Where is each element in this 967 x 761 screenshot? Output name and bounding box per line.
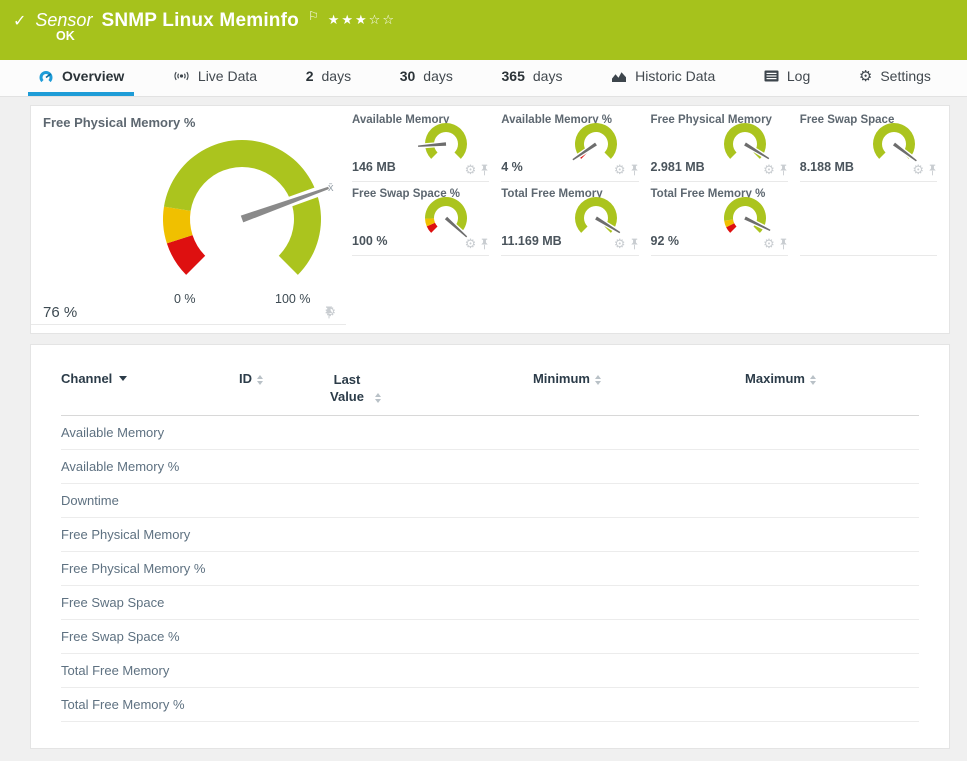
flag-icon[interactable]: ⚐ bbox=[308, 9, 319, 23]
tab-number: 30 bbox=[399, 68, 416, 84]
gear-icon[interactable]: ⚙ bbox=[465, 237, 477, 250]
mini-gauge-available-memory-pct: Available Memory % 4 % ⚙ bbox=[501, 108, 639, 182]
mini-gauge-free-physical-memory: Free Physical Memory 2.981 MB ⚙ bbox=[650, 108, 788, 182]
tab-30-days[interactable]: 30 days bbox=[390, 60, 463, 96]
pin-icon[interactable] bbox=[480, 164, 489, 176]
mini-gauges-grid: Available Memory 146 MB ⚙ Available Memo… bbox=[346, 106, 949, 333]
tab-label: Historic Data bbox=[635, 68, 716, 84]
table-row: Total Free Memory bbox=[61, 654, 919, 688]
table-body: Available Memory Available Memory % Down… bbox=[61, 416, 919, 722]
gauge-value: 76 % bbox=[43, 304, 78, 321]
gear-icon[interactable]: ⚙ bbox=[763, 237, 775, 250]
tab-label: Overview bbox=[62, 68, 125, 84]
gauge-value: 11.169 MB bbox=[501, 234, 562, 248]
gauge-value: 2.981 MB bbox=[650, 160, 705, 174]
tab-label: Log bbox=[786, 68, 811, 84]
gauge-value: 8.188 MB bbox=[799, 160, 854, 174]
area-chart-icon bbox=[611, 70, 627, 83]
tab-number: 2 bbox=[305, 68, 314, 84]
tab-label: Settings bbox=[880, 68, 931, 84]
gauge-title: Free Physical Memory % bbox=[43, 115, 196, 130]
status-badge: OK bbox=[56, 29, 75, 43]
table-row: Free Physical Memory % bbox=[61, 552, 919, 586]
gauge-actions: ⚙ bbox=[324, 305, 336, 319]
tab-live-data[interactable]: Live Data bbox=[163, 60, 267, 96]
sensor-header: ✓ Sensor SNMP Linux Meminfo ⚐ ★★★☆☆ OK bbox=[0, 0, 967, 60]
tab-2-days[interactable]: 2 days bbox=[296, 60, 361, 96]
pin-icon[interactable] bbox=[779, 164, 788, 176]
gauges-panel: Free Physical Memory % x̄ 0 % 100 % 76 %… bbox=[30, 105, 950, 334]
tab-label: days bbox=[423, 68, 453, 84]
tab-settings[interactable]: ⚙ Settings bbox=[849, 60, 941, 96]
priority-stars[interactable]: ★★★☆☆ bbox=[328, 12, 396, 28]
gear-icon[interactable]: ⚙ bbox=[465, 163, 477, 176]
object-kind-label: Sensor bbox=[35, 10, 93, 30]
mini-gauge-free-swap-space-pct: Free Swap Space % 100 % ⚙ bbox=[352, 182, 490, 256]
table-row: Total Free Memory % bbox=[61, 688, 919, 722]
gear-icon[interactable]: ⚙ bbox=[614, 237, 626, 250]
column-header-last-value[interactable]: Last Value bbox=[263, 371, 381, 405]
gauge-actions: ⚙ bbox=[614, 163, 639, 176]
sort-icon bbox=[375, 393, 381, 403]
sort-desc-icon bbox=[119, 376, 128, 381]
live-signal-icon bbox=[173, 69, 190, 83]
tab-label: days bbox=[532, 68, 563, 84]
tab-label: Live Data bbox=[197, 68, 258, 84]
tab-historic-data[interactable]: Historic Data bbox=[601, 60, 725, 96]
tab-log[interactable]: Log bbox=[754, 60, 820, 96]
table-row: Free Swap Space % bbox=[61, 620, 919, 654]
pin-icon[interactable] bbox=[480, 238, 489, 250]
gear-icon: ⚙ bbox=[858, 67, 873, 85]
sensor-title: SNMP Linux Meminfo bbox=[101, 10, 299, 31]
sort-icon bbox=[810, 375, 816, 385]
tab-overview[interactable]: Overview bbox=[28, 60, 135, 96]
mini-gauge-free-swap-space: Free Swap Space 8.188 MB ⚙ bbox=[799, 108, 937, 182]
mini-gauge-total-free-memory: Total Free Memory 11.169 MB ⚙ bbox=[501, 182, 639, 256]
tab-365-days[interactable]: 365 days bbox=[492, 60, 573, 96]
gauge-actions: ⚙ bbox=[763, 237, 788, 250]
log-list-icon bbox=[764, 70, 779, 82]
gear-icon[interactable]: ⚙ bbox=[614, 163, 626, 176]
gauge-min-label: 0 % bbox=[174, 292, 196, 306]
gauge-value: 100 % bbox=[352, 234, 388, 248]
status-check-icon: ✓ bbox=[13, 13, 27, 30]
column-header-maximum[interactable]: Maximum bbox=[601, 371, 816, 386]
gauge-value: 92 % bbox=[650, 234, 680, 248]
channel-table-panel: Channel ID Last Value Minimum Maximum Av… bbox=[30, 344, 950, 749]
pin-icon[interactable] bbox=[928, 164, 937, 176]
column-header-channel[interactable]: Channel bbox=[61, 371, 211, 386]
tab-label: days bbox=[321, 68, 352, 84]
column-header-minimum[interactable]: Minimum bbox=[381, 371, 601, 386]
pin-icon[interactable] bbox=[324, 306, 334, 319]
mini-gauge-empty-cell bbox=[799, 182, 937, 256]
column-header-id[interactable]: ID bbox=[211, 371, 263, 386]
tab-bar: Overview Live Data 2 days 30 days 365 da… bbox=[0, 60, 967, 97]
gauge-value: 4 % bbox=[501, 160, 523, 174]
main-gauge-cell: Free Physical Memory % x̄ 0 % 100 % 76 %… bbox=[31, 106, 346, 325]
gauge-max-label: 100 % bbox=[275, 292, 311, 306]
pin-icon[interactable] bbox=[779, 238, 788, 250]
table-row: Free Physical Memory bbox=[61, 518, 919, 552]
table-row: Available Memory % bbox=[61, 450, 919, 484]
mini-gauge-available-memory: Available Memory 146 MB ⚙ bbox=[352, 108, 490, 182]
gear-icon[interactable]: ⚙ bbox=[912, 163, 924, 176]
gauge-actions: ⚙ bbox=[763, 163, 788, 176]
gauge-actions: ⚙ bbox=[614, 237, 639, 250]
table-header-row: Channel ID Last Value Minimum Maximum bbox=[61, 355, 919, 416]
mini-gauge-total-free-memory-pct: Total Free Memory % 92 % ⚙ bbox=[650, 182, 788, 256]
gauge-actions: ⚙ bbox=[465, 237, 490, 250]
gear-icon[interactable]: ⚙ bbox=[763, 163, 775, 176]
average-marker: x̄ bbox=[328, 182, 334, 194]
tab-number: 365 bbox=[501, 68, 525, 84]
gauge-actions: ⚙ bbox=[912, 163, 937, 176]
table-row: Free Swap Space bbox=[61, 586, 919, 620]
table-row: Available Memory bbox=[61, 416, 919, 450]
gauge-actions: ⚙ bbox=[465, 163, 490, 176]
pin-icon[interactable] bbox=[630, 164, 639, 176]
gauge-icon bbox=[38, 69, 54, 84]
table-row: Downtime bbox=[61, 484, 919, 518]
gauge-value: 146 MB bbox=[352, 160, 396, 174]
pin-icon[interactable] bbox=[630, 238, 639, 250]
